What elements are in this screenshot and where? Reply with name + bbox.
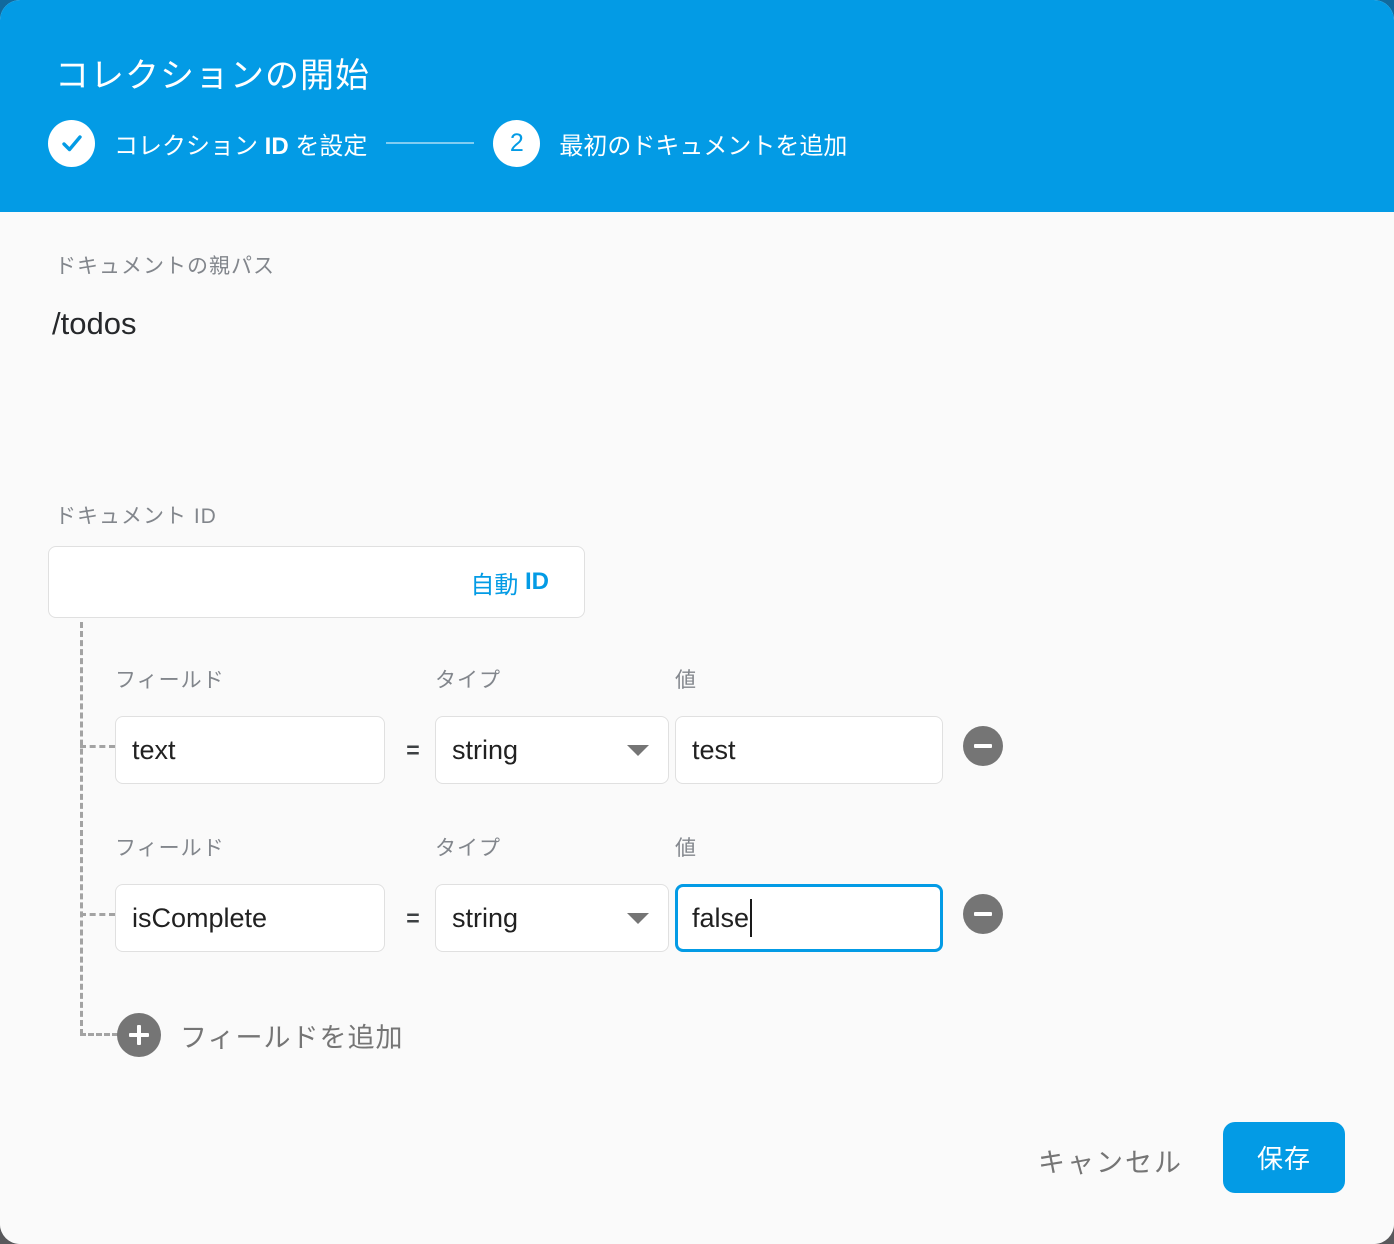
dialog-body: ドキュメントの親パス /todos ドキュメント ID 自動 ID フィールド … — [0, 212, 1394, 1244]
stepper: コレクション ID を設定 2 最初のドキュメントを追加 — [48, 119, 847, 167]
step2-indicator: 2 — [493, 119, 541, 167]
row1-remove-field-button[interactable] — [963, 726, 1003, 766]
add-circle — [117, 1013, 161, 1057]
parent-path-value: /todos — [52, 306, 137, 341]
add-field-button[interactable]: フィールドを追加 — [117, 1012, 403, 1058]
auto-id-bold: ID — [525, 568, 549, 595]
start-collection-dialog: コレクションの開始 コレクション ID を設定 2 最初のドキュメントを追加 ド… — [0, 0, 1394, 1244]
tree-line-vertical — [80, 622, 83, 1035]
row1-value-input[interactable] — [675, 716, 943, 784]
dropdown-arrow-icon — [627, 745, 649, 756]
step1-label-text: コレクション — [114, 132, 265, 160]
row1-value-column-label: 値 — [675, 669, 697, 692]
document-id-field: 自動 ID — [48, 546, 585, 618]
modal-backdrop: コレクションの開始 コレクション ID を設定 2 最初のドキュメントを追加 ド… — [0, 0, 1394, 1244]
row1-type-select[interactable]: string — [435, 716, 669, 784]
tree-line-row1 — [80, 745, 115, 748]
row2-field-column-label: フィールド — [115, 837, 225, 860]
plus-icon — [129, 1025, 149, 1045]
row2-equals-sign: = — [406, 904, 420, 931]
step2-number: 2 — [509, 128, 524, 157]
step2-label: 最初のドキュメントを追加 — [559, 132, 848, 160]
parent-path-label: ドキュメントの親パス — [55, 255, 275, 278]
row1-type-column-label: タイプ — [435, 669, 501, 692]
save-button[interactable]: 保存 — [1223, 1122, 1345, 1193]
row2-type-selected-value: string — [452, 902, 519, 933]
step1-label-after: を設定 — [288, 132, 368, 160]
cancel-button[interactable]: キャンセル — [1020, 1127, 1201, 1193]
row2-type-column-label: タイプ — [435, 837, 501, 860]
text-cursor — [750, 899, 753, 937]
dialog-title: コレクションの開始 — [55, 57, 370, 95]
row1-field-name-input[interactable] — [115, 716, 385, 784]
step1-indicator — [48, 119, 95, 167]
step-connector-line — [386, 142, 475, 144]
row1-field-column-label: フィールド — [115, 669, 225, 692]
step1-label-bold: ID — [264, 132, 289, 160]
minus-icon — [974, 744, 992, 748]
row1-type-selected-value: string — [452, 734, 519, 765]
tree-line-row2 — [80, 913, 115, 916]
dialog-header: コレクションの開始 コレクション ID を設定 2 最初のドキュメントを追加 — [0, 0, 1394, 212]
check-icon — [61, 135, 82, 152]
document-id-label: ドキュメント ID — [55, 505, 217, 528]
dropdown-arrow-icon — [627, 913, 649, 924]
auto-id-button[interactable]: 自動 ID — [464, 546, 555, 618]
row2-value-column-label: 値 — [675, 837, 697, 860]
row2-value-text: false — [692, 902, 750, 933]
row2-remove-field-button[interactable] — [963, 894, 1003, 934]
row2-field-name-input[interactable] — [115, 884, 385, 952]
auto-id-text: 自動 — [470, 571, 525, 599]
tree-line-addfield — [80, 1033, 118, 1036]
minus-icon — [974, 912, 992, 916]
step1-label: コレクション ID を設定 — [114, 126, 367, 161]
row2-value-input[interactable]: false — [675, 884, 943, 952]
add-field-label: フィールドを追加 — [180, 1022, 404, 1053]
row1-equals-sign: = — [406, 736, 420, 763]
row2-type-select[interactable]: string — [435, 884, 669, 952]
